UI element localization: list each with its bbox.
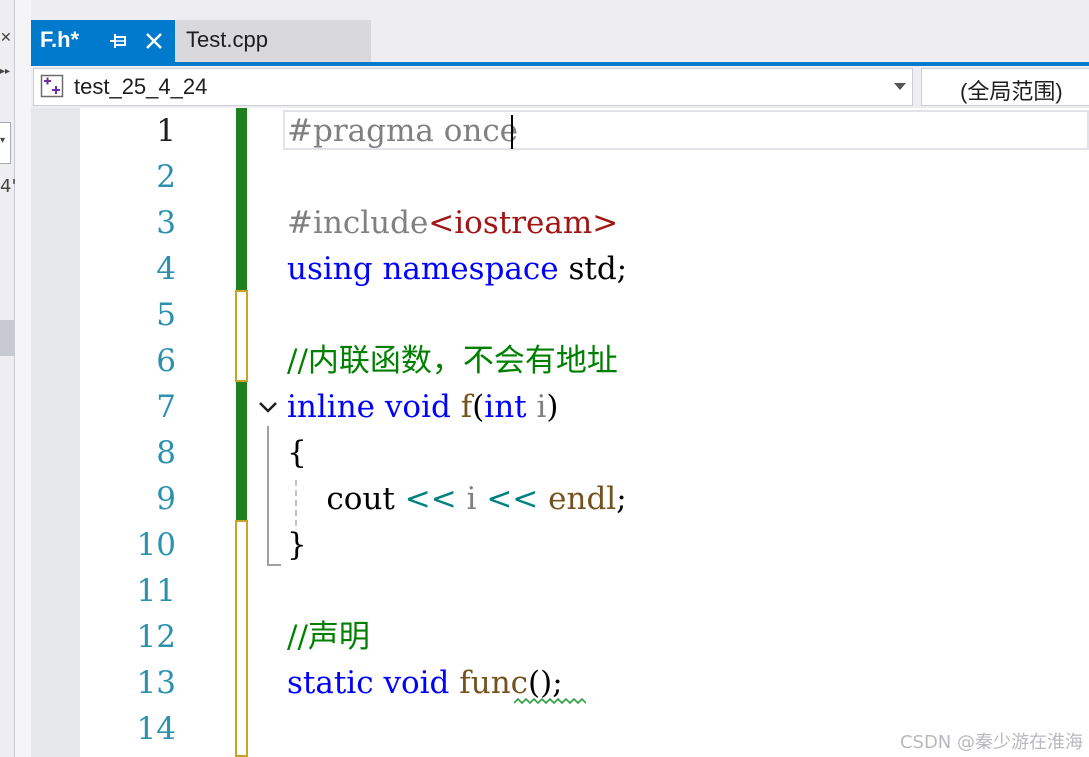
code-lines[interactable]: #pragma once #include<iostream> using na…: [287, 108, 627, 701]
code-line-12[interactable]: //声明: [287, 614, 370, 660]
token-keyword: int: [484, 389, 527, 425]
token-keyword: using: [287, 251, 373, 287]
line-number: 4: [156, 251, 176, 287]
member-scope-label: (全局范围): [960, 79, 1063, 104]
token-paren: ): [546, 389, 559, 425]
line-number: 7: [156, 389, 176, 425]
line-number: 1: [156, 113, 176, 149]
line-number: 11: [136, 573, 176, 609]
pin-icon[interactable]: [107, 30, 129, 52]
text-caret: [511, 115, 513, 149]
code-line-8[interactable]: {: [287, 430, 307, 476]
token-parameter: i: [536, 389, 547, 425]
left-panel-fragment-1[interactable]: ✕: [0, 30, 12, 46]
code-line-1[interactable]: #pragma once: [287, 108, 518, 154]
token-header: <iostream>: [428, 205, 619, 241]
panel-splitter[interactable]: [15, 0, 31, 757]
code-editor[interactable]: 1 2 3 4 5 6 7 8 9 10 11 12 13 14 #pragma…: [31, 108, 1089, 757]
code-line-6[interactable]: //内联函数，不会有地址: [287, 338, 618, 384]
left-panel-fragment-2[interactable]: ▸▸: [0, 66, 10, 77]
token-brace: {: [287, 435, 307, 471]
token-keyword: void: [384, 389, 451, 425]
token-identifier: cout: [326, 481, 395, 517]
project-scope-label: test_25_4_24: [74, 74, 208, 99]
left-panel-edge: ✕ ▸▸ ▾ 4': [0, 0, 17, 757]
token-function: endl: [548, 481, 617, 517]
token-comment: //声明: [287, 619, 370, 655]
warning-squiggle[interactable]: [514, 697, 586, 705]
line-number: 9: [156, 481, 176, 517]
code-line-9[interactable]: cout << i << endl;: [287, 476, 627, 522]
line-number: 10: [136, 527, 176, 563]
token-operator: <<: [486, 481, 539, 517]
outline-bracket-end: [267, 564, 281, 566]
left-panel-dropdown[interactable]: ▾: [0, 122, 11, 164]
line-number: 6: [156, 343, 176, 379]
code-line-7[interactable]: inline void f(int i): [287, 384, 559, 430]
code-line-3[interactable]: #include<iostream>: [287, 200, 618, 246]
line-number: 12: [136, 619, 176, 655]
project-scope-dropdown[interactable]: test_25_4_24: [33, 68, 913, 106]
line-number: 8: [156, 435, 176, 471]
token-brace: }: [287, 527, 307, 563]
navigation-bar: test_25_4_24 (全局范围): [31, 66, 1089, 108]
token-parameter: i: [466, 481, 477, 517]
token-directive: #pragma once: [287, 113, 519, 149]
change-bar-saved: [236, 382, 247, 522]
line-number: 2: [156, 159, 176, 195]
tab-test-cpp-label: Test.cpp: [186, 27, 268, 52]
outline-bracket: [267, 426, 269, 566]
token-keyword: namespace: [382, 251, 559, 287]
token-comment: //内联函数，不会有地址: [287, 343, 618, 379]
token-identifier: std;: [568, 251, 628, 287]
tab-f-h-label: F.h*: [40, 27, 80, 52]
token-punctuation: ();: [528, 665, 563, 701]
code-line-10[interactable]: }: [287, 522, 307, 568]
token-paren: (: [472, 389, 485, 425]
chevron-down-icon[interactable]: [894, 83, 906, 90]
token-function: func: [459, 665, 529, 701]
change-bar-unsaved: [235, 290, 248, 382]
tab-test-cpp[interactable]: Test.cpp: [175, 20, 371, 62]
token-semicolon: ;: [616, 481, 627, 517]
code-line-4[interactable]: using namespace std;: [287, 246, 627, 292]
token-function: f: [460, 389, 473, 425]
tab-f-h[interactable]: F.h*: [31, 20, 175, 62]
token-keyword: void: [383, 665, 450, 701]
line-number: 14: [136, 711, 176, 747]
token-keyword: static: [287, 665, 374, 701]
collapse-chevron-icon[interactable]: [257, 396, 279, 418]
token-keyword: inline: [287, 389, 376, 425]
change-bar-unsaved: [235, 520, 248, 757]
left-panel-fragment-3: ▾: [0, 135, 6, 146]
line-number: 5: [156, 297, 176, 333]
left-panel-selected-item[interactable]: [0, 320, 14, 356]
line-number: 3: [156, 205, 176, 241]
watermark: CSDN @秦少游在淮海: [899, 732, 1083, 753]
token-directive: #include: [287, 205, 429, 241]
project-scope-icon: [40, 74, 64, 98]
left-panel-fragment-4: 4': [0, 176, 17, 197]
line-number: 13: [136, 665, 176, 701]
member-scope-dropdown[interactable]: (全局范围): [921, 68, 1089, 106]
close-icon[interactable]: [141, 28, 167, 54]
token-operator: <<: [404, 481, 457, 517]
change-bar-saved: [236, 108, 247, 290]
